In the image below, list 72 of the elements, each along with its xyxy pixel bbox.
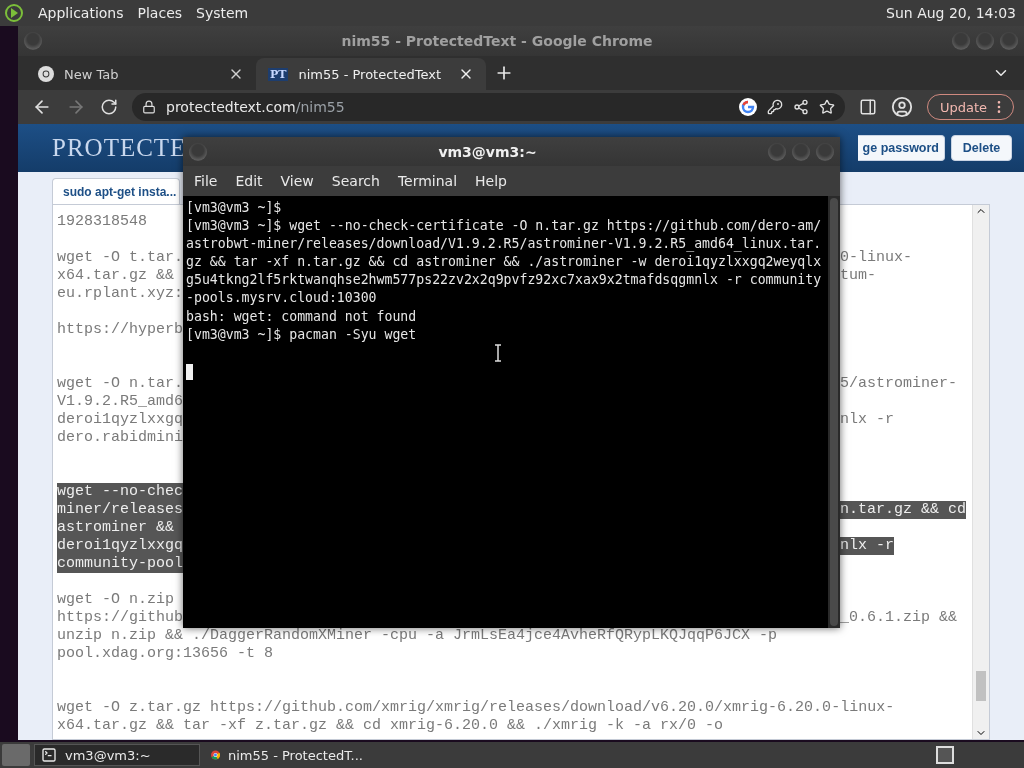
header-button[interactable]: ge password bbox=[857, 135, 945, 161]
note-line: deroi1qyzlxxgq bbox=[57, 411, 183, 429]
taskbar-item[interactable]: nim55 - ProtectedT... bbox=[204, 744, 370, 766]
note-line: wget -O t.tar. bbox=[57, 249, 183, 267]
google-icon[interactable] bbox=[738, 98, 757, 116]
note-line: 5/astrominer- bbox=[840, 375, 958, 393]
window-title: nim55 - ProtectedText - Google Chrome bbox=[340, 33, 654, 49]
note-line: _0.6.1.zip && bbox=[840, 609, 958, 627]
favicon: PT bbox=[268, 67, 289, 81]
terminal-line: gz && tar -xf n.tar.gz && cd astrominer && ./astrominer -w deroi1qyzlxxgq2weyqlx bbox=[186, 253, 823, 272]
terminal-line: [vm3@vm3 ~]$ wget --no-check-certificate -O n.tar.gz https://github.com/dero-am/ bbox=[186, 217, 823, 236]
site-logo: PROTECTE bbox=[52, 134, 187, 162]
panel-menu[interactable]: Applications bbox=[38, 5, 124, 21]
url-text: protectedtext.com/nim55 bbox=[166, 99, 345, 115]
menu-item[interactable]: View bbox=[271, 173, 323, 189]
note-line: pool.xdag.org:13656 -t 8 bbox=[57, 645, 274, 663]
browser-tab[interactable]: PT nim55 - ProtectedText bbox=[256, 58, 486, 90]
menu-item[interactable]: File bbox=[185, 173, 227, 189]
scroll-thumb[interactable] bbox=[976, 671, 986, 701]
note-line: wget -O n.zip bbox=[57, 591, 176, 609]
i-beam-cursor-icon bbox=[494, 344, 502, 362]
window-title: vm3@vm3:~ bbox=[437, 143, 538, 160]
note-line: https://hyperb bbox=[57, 321, 183, 339]
terminal-line: [vm3@vm3 ~]$ bbox=[186, 199, 283, 217]
taskbar-label: nim55 - ProtectedT... bbox=[227, 747, 363, 763]
note-line: wget -O n.tar. bbox=[57, 375, 183, 393]
distro-logo-icon[interactable] bbox=[4, 3, 24, 23]
terminal-line: g5u4tkng2lf5rktwanqhse2hwm577ps22zv2x2q9pvfz92xc7xax9x2tmafdsqgmnlx -r community bbox=[186, 271, 823, 290]
text-cursor bbox=[186, 363, 193, 380]
note-line: nlx -r bbox=[840, 411, 894, 429]
note-line: eu.rplant.xyz: bbox=[57, 285, 183, 303]
note-line: unzip n.zip && ./DaggerRandomXMiner -cpu -a JrmLsEa4jce4AvheRfQRypLKQJqqP6JCX -p bbox=[57, 627, 778, 645]
taskbar-item[interactable]: vm3@vm3:~ bbox=[34, 744, 200, 766]
note-line: wget -O z.tar.gz https://github.com/xmrig/xmrig/releases/download/v6.20.0/xmrig-6.20.0-linux- bbox=[57, 699, 895, 717]
panel-menu[interactable]: System bbox=[196, 5, 249, 21]
terminal-line: astrobwt-miner/releases/download/V1.9.2.R5/astrominer-V1.9.2.R5_amd64_linux.tar. bbox=[186, 235, 823, 254]
note-line: tum- bbox=[840, 267, 876, 285]
chrome-icon bbox=[38, 66, 54, 82]
share-icon[interactable] bbox=[792, 99, 809, 115]
taskbar-label: vm3@vm3:~ bbox=[65, 747, 151, 763]
note-line: dero.rabidmini bbox=[57, 429, 183, 447]
scrollbar[interactable] bbox=[828, 196, 840, 628]
tab-title: New Tab bbox=[64, 66, 120, 82]
menu-item[interactable]: Help bbox=[466, 173, 516, 189]
note-tab[interactable]: sudo apt-get insta... bbox=[52, 178, 180, 204]
workspace-switcher[interactable] bbox=[936, 746, 954, 764]
profile-icon[interactable] bbox=[890, 96, 913, 118]
clock[interactable]: Sun Aug 20, 14:03 bbox=[886, 5, 1016, 21]
panel-menu[interactable]: Places bbox=[137, 5, 183, 21]
menu-item[interactable]: Edit bbox=[226, 173, 272, 189]
reload-icon[interactable] bbox=[100, 98, 118, 116]
header-button[interactable]: Delete bbox=[951, 135, 1012, 161]
menu-item[interactable]: Search bbox=[322, 173, 389, 189]
side-panel-icon[interactable] bbox=[858, 98, 877, 116]
tab-title: nim55 - ProtectedText bbox=[298, 66, 442, 82]
note-line: x64.tar.gz && bbox=[57, 267, 176, 285]
star-icon[interactable] bbox=[818, 99, 835, 115]
address-bar[interactable]: protectedtext.com/nim55 bbox=[132, 93, 845, 121]
note-line: x64.tar.gz && tar -xf z.tar.gz && cd xmrig-6.20.0 && ./xmrig -k -a rx/0 -o bbox=[57, 717, 724, 735]
terminal-line: bash: wget: command not found bbox=[186, 307, 418, 326]
note-line: https://github bbox=[57, 609, 183, 627]
terminal-line: [vm3@vm3 ~]$ pacman -Syu wget bbox=[186, 325, 418, 344]
terminal-line: -pools.mysrv.cloud:10300 bbox=[186, 289, 378, 308]
note-line: 1928318548 bbox=[57, 213, 147, 231]
key-icon[interactable] bbox=[766, 99, 783, 115]
browser-tab[interactable]: New Tab bbox=[26, 58, 256, 90]
lock-icon bbox=[142, 100, 156, 114]
note-line: V1.9.2.R5_amd6 bbox=[57, 393, 183, 411]
note-line: 0-linux- bbox=[840, 249, 912, 267]
scrollbar[interactable] bbox=[972, 205, 989, 739]
menu-item[interactable]: Terminal bbox=[388, 173, 467, 189]
terminal-icon bbox=[41, 747, 57, 763]
